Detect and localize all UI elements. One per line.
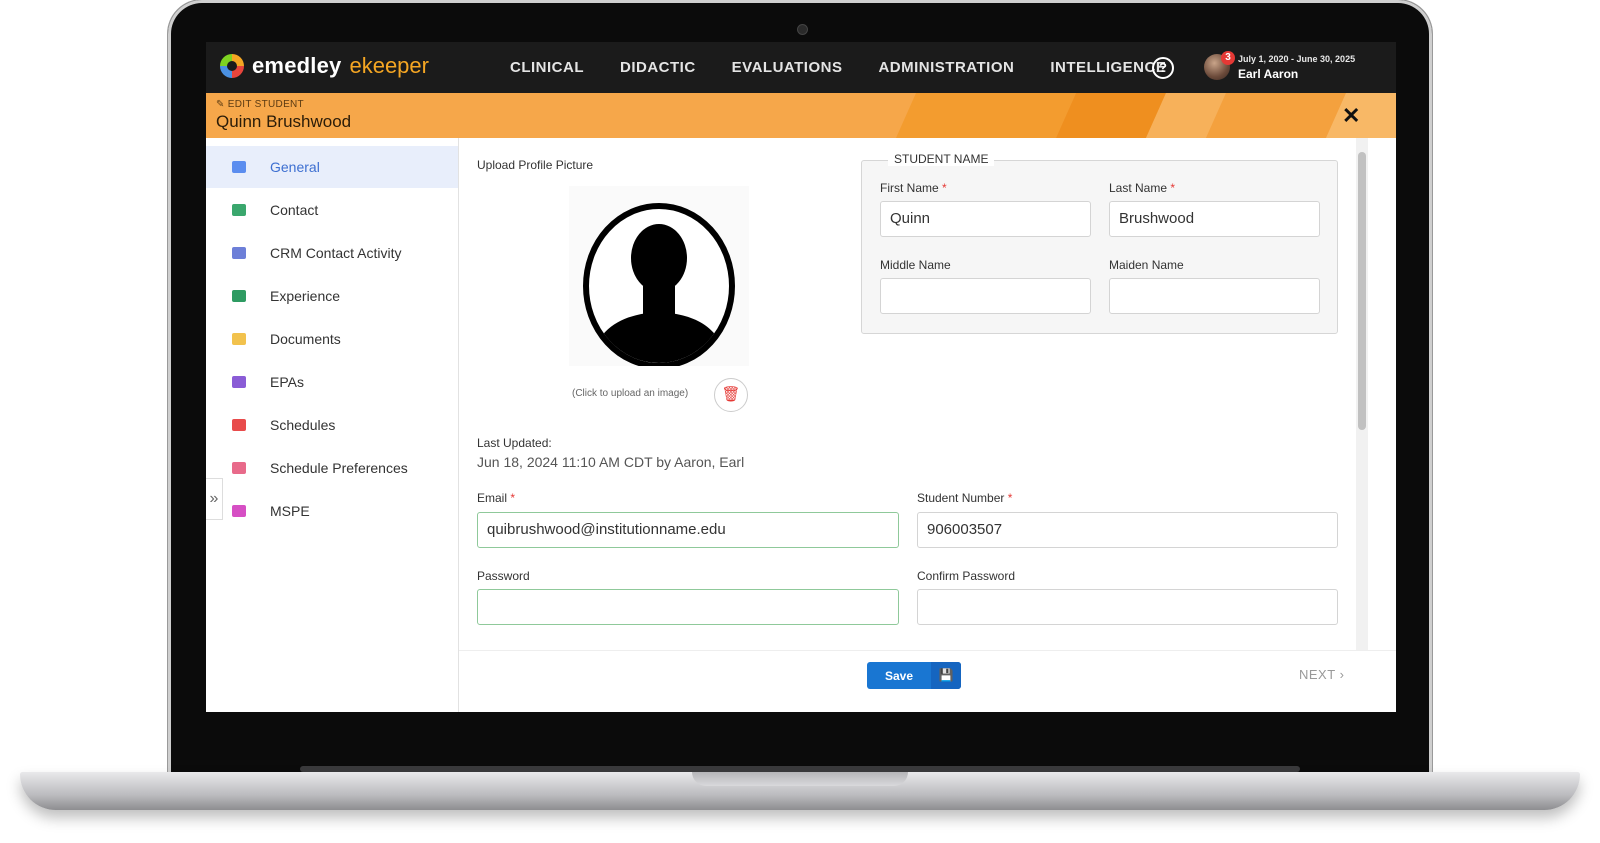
brand-secondary: ekeeper: [349, 53, 429, 78]
sidebar-item-label: Schedules: [270, 417, 336, 433]
email-field[interactable]: quibrushwood@institutionname.edu: [477, 512, 899, 548]
next-label: NEXT: [1299, 667, 1336, 682]
banner-stripe: [1205, 93, 1347, 138]
sidebar-item-epas[interactable]: EPAs: [206, 361, 458, 403]
nav-clinical[interactable]: CLINICAL: [492, 59, 602, 76]
student-number-field[interactable]: 906003507: [917, 512, 1338, 548]
sidebar-item-label: Documents: [270, 331, 341, 347]
chevron-right-icon: ›: [1339, 667, 1345, 682]
sidebar-item-label: CRM Contact Activity: [270, 245, 402, 261]
id-card-icon: [232, 161, 246, 173]
camera-icon: [797, 24, 808, 35]
sidebar-item-documents[interactable]: Documents: [206, 318, 458, 360]
calendar-icon: [232, 419, 246, 431]
delete-picture-button[interactable]: 🗑: [714, 378, 748, 412]
save-icon: 💾: [931, 662, 961, 689]
close-icon[interactable]: ✕: [1342, 103, 1360, 129]
brand-primary: emedley: [252, 53, 342, 78]
sidebar-item-label: Schedule Preferences: [270, 460, 408, 476]
student-name-legend: STUDENT NAME: [888, 152, 995, 166]
last-updated-value: Jun 18, 2024 11:10 AM CDT by Aaron, Earl: [477, 454, 745, 470]
first-name-field[interactable]: Quinn: [880, 201, 1091, 237]
edit-student-banner: ✎ EDIT STUDENT Quinn Brushwood ✕: [206, 93, 1396, 138]
required-marker: *: [1170, 181, 1176, 195]
student-name-fieldset: STUDENT NAME First Name * Quinn Last Nam…: [861, 152, 1338, 334]
avatar-placeholder-icon: [583, 203, 735, 369]
report-icon: [232, 505, 246, 517]
next-button[interactable]: NEXT ›: [1299, 667, 1344, 682]
general-form: Upload Profile Picture (Click to upload …: [459, 138, 1396, 650]
sidebar-item-label: Experience: [270, 288, 341, 304]
sidebar: General Contact CRM Contact Activity Exp…: [206, 138, 459, 712]
sidebar-item-label: EPAs: [270, 374, 304, 390]
books-icon: [232, 290, 246, 302]
page-title: Quinn Brushwood: [216, 112, 352, 131]
last-name-label: Last Name *: [1109, 181, 1175, 195]
middle-name-field[interactable]: [880, 278, 1091, 314]
main-nav: CLINICAL DIDACTIC EVALUATIONS ADMINISTRA…: [492, 42, 1184, 93]
save-button[interactable]: Save 💾: [867, 662, 961, 689]
password-field[interactable]: [477, 589, 899, 625]
email-label: Email *: [477, 491, 515, 505]
sidebar-item-experience[interactable]: Experience: [206, 275, 458, 317]
first-name-label: First Name *: [880, 181, 947, 195]
date-range: July 1, 2020 - June 30, 2025: [1238, 54, 1356, 64]
sidebar-item-label: MSPE: [270, 503, 310, 519]
trash-icon: 🗑: [721, 386, 741, 403]
confirm-password-field[interactable]: [917, 589, 1338, 625]
sidebar-item-schedules[interactable]: Schedules: [206, 404, 458, 446]
sidebar-item-schedule-preferences[interactable]: Schedule Preferences: [206, 447, 458, 489]
student-number-label-text: Student Number: [917, 491, 1005, 505]
notification-badge[interactable]: 3: [1221, 51, 1235, 65]
middle-name-label: Middle Name: [880, 258, 951, 272]
scrollbar-thumb[interactable]: [1358, 152, 1366, 430]
upload-title: Upload Profile Picture: [477, 158, 594, 172]
form-footer: Save 💾 NEXT ›: [459, 650, 1396, 712]
profile-picture[interactable]: [569, 186, 749, 369]
envelope-icon: [232, 247, 246, 259]
confirm-password-label: Confirm Password: [917, 569, 1016, 583]
app-logo[interactable]: emedley ekeeper: [220, 53, 429, 79]
last-name-label-text: Last Name: [1109, 181, 1168, 195]
maiden-name-field[interactable]: [1109, 278, 1320, 314]
first-name-label-text: First Name: [880, 181, 939, 195]
help-icon[interactable]: ?: [1152, 57, 1174, 79]
contact-card-icon: [232, 204, 246, 216]
banner-stripe: [895, 93, 1077, 138]
password-label: Password: [477, 569, 530, 583]
upload-hint: (Click to upload an image): [572, 388, 689, 399]
last-name-field[interactable]: Brushwood: [1109, 201, 1320, 237]
last-updated-label: Last Updated:: [477, 436, 552, 450]
list-icon: [232, 462, 246, 474]
sidebar-item-general[interactable]: General: [206, 146, 458, 188]
maiden-name-label: Maiden Name: [1109, 258, 1184, 272]
nav-didactic[interactable]: DIDACTIC: [602, 59, 714, 76]
save-label: Save: [885, 669, 914, 683]
required-marker: *: [1007, 491, 1013, 505]
logo-icon: [220, 54, 244, 78]
nav-evaluations[interactable]: EVALUATIONS: [714, 59, 861, 76]
form-scrollbar[interactable]: [1356, 138, 1368, 650]
app-screen: emedley ekeeper CLINICAL DIDACTIC EVALUA…: [206, 42, 1396, 712]
required-marker: *: [510, 491, 516, 505]
student-number-label: Student Number *: [917, 491, 1012, 505]
sidebar-item-label: General: [270, 159, 320, 175]
user-name[interactable]: Earl Aaron: [1238, 67, 1298, 81]
sidebar-item-label: Contact: [270, 202, 319, 218]
sidebar-item-mspe[interactable]: MSPE: [206, 490, 458, 532]
top-navigation: emedley ekeeper CLINICAL DIDACTIC EVALUA…: [206, 42, 1396, 93]
edit-mode-label: ✎ EDIT STUDENT: [216, 99, 304, 110]
sidebar-item-contact[interactable]: Contact: [206, 189, 458, 231]
email-label-text: Email: [477, 491, 508, 505]
nav-administration[interactable]: ADMINISTRATION: [860, 59, 1032, 76]
required-marker: *: [942, 181, 947, 195]
sidebar-item-crm-contact-activity[interactable]: CRM Contact Activity: [206, 232, 458, 274]
clipboard-icon: [232, 376, 246, 388]
document-icon: [232, 333, 246, 345]
expand-sidebar-icon[interactable]: »: [206, 478, 223, 520]
edit-mode-text: EDIT STUDENT: [227, 99, 304, 110]
laptop-notch: [692, 772, 908, 786]
